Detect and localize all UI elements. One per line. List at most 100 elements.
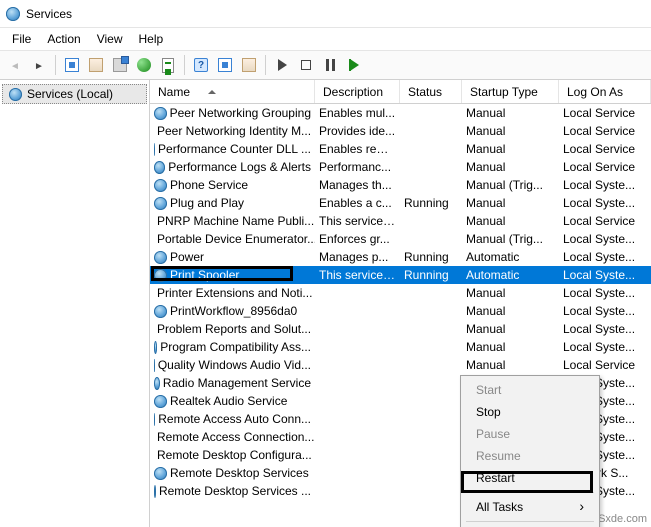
column-description[interactable]: Description bbox=[315, 80, 400, 103]
service-logon: Local Syste... bbox=[559, 250, 651, 264]
service-name: Peer Networking Identity M... bbox=[157, 124, 311, 138]
stop-service-button[interactable] bbox=[295, 54, 317, 76]
arrow-left-icon bbox=[10, 58, 20, 72]
column-logon-as[interactable]: Log On As bbox=[559, 80, 651, 103]
service-startup: Manual bbox=[462, 358, 559, 372]
table-row[interactable]: Program Compatibility Ass...ManualLocal … bbox=[150, 338, 651, 356]
table-row[interactable]: PowerManages p...RunningAutomaticLocal S… bbox=[150, 248, 651, 266]
context-pause[interactable]: Pause bbox=[464, 423, 596, 445]
service-name: Performance Logs & Alerts bbox=[168, 160, 311, 174]
context-stop[interactable]: Stop bbox=[464, 401, 596, 423]
service-startup: Manual bbox=[462, 304, 559, 318]
service-logon: Local Service bbox=[559, 106, 651, 120]
tree-pane: Services (Local) bbox=[0, 80, 150, 527]
table-row[interactable]: Plug and PlayEnables a c...RunningManual… bbox=[150, 194, 651, 212]
context-start[interactable]: Start bbox=[464, 379, 596, 401]
context-all-tasks[interactable]: All Tasks bbox=[464, 496, 596, 518]
show-hide-tree-button[interactable] bbox=[85, 54, 107, 76]
service-description: Enables a c... bbox=[315, 196, 400, 210]
service-name: Print Spooler bbox=[170, 268, 239, 282]
context-menu: Start Stop Pause Resume Restart All Task… bbox=[460, 375, 600, 527]
column-headers: Name Description Status Startup Type Log… bbox=[150, 80, 651, 104]
service-status: Running bbox=[400, 196, 462, 210]
table-row[interactable]: Print SpoolerThis service ...RunningAuto… bbox=[150, 266, 651, 284]
menu-help[interactable]: Help bbox=[131, 30, 172, 48]
service-name: Radio Management Service bbox=[163, 376, 311, 390]
service-startup: Manual (Trig... bbox=[462, 232, 559, 246]
service-icon bbox=[154, 395, 167, 408]
show-hide-console-button[interactable] bbox=[61, 54, 83, 76]
panel-icon bbox=[242, 58, 256, 72]
service-name: Power bbox=[170, 250, 204, 264]
service-logon: Local Syste... bbox=[559, 286, 651, 300]
table-row[interactable]: Portable Device Enumerator...Enforces gr… bbox=[150, 230, 651, 248]
service-icon bbox=[154, 251, 167, 264]
pause-icon bbox=[326, 59, 335, 71]
table-row[interactable]: Performance Logs & AlertsPerformanc...Ma… bbox=[150, 158, 651, 176]
restart-icon bbox=[350, 59, 359, 71]
service-icon bbox=[154, 413, 155, 426]
service-startup: Manual bbox=[462, 196, 559, 210]
table-row[interactable]: Printer Extensions and Noti...ManualLoca… bbox=[150, 284, 651, 302]
export-icon bbox=[162, 58, 174, 73]
service-logon: Local Syste... bbox=[559, 232, 651, 246]
start-service-button[interactable] bbox=[271, 54, 293, 76]
service-logon: Local Service bbox=[559, 142, 651, 156]
toolbar-separator bbox=[55, 55, 56, 75]
table-row[interactable]: Quality Windows Audio Vid...ManualLocal … bbox=[150, 356, 651, 374]
refresh-toolbar-button[interactable] bbox=[133, 54, 155, 76]
action-panel2-button[interactable] bbox=[238, 54, 260, 76]
context-resume[interactable]: Resume bbox=[464, 445, 596, 467]
help-toolbar-button[interactable]: ? bbox=[190, 54, 212, 76]
column-name[interactable]: Name bbox=[150, 80, 315, 103]
table-row[interactable]: PNRP Machine Name Publi...This service .… bbox=[150, 212, 651, 230]
menu-view[interactable]: View bbox=[89, 30, 131, 48]
back-button[interactable] bbox=[4, 54, 26, 76]
service-logon: Local Service bbox=[559, 124, 651, 138]
sort-asc-icon bbox=[208, 90, 216, 94]
service-icon bbox=[154, 197, 167, 210]
context-separator bbox=[466, 521, 594, 522]
toolbar-separator bbox=[265, 55, 266, 75]
service-startup: Automatic bbox=[462, 250, 559, 264]
service-name: Remote Desktop Services bbox=[170, 466, 309, 480]
column-startup-type[interactable]: Startup Type bbox=[462, 80, 559, 103]
service-description: Enables rem... bbox=[315, 142, 400, 156]
restart-service-button[interactable] bbox=[343, 54, 365, 76]
service-name: Program Compatibility Ass... bbox=[160, 340, 311, 354]
pause-service-button[interactable] bbox=[319, 54, 341, 76]
table-row[interactable]: PrintWorkflow_8956da0ManualLocal Syste..… bbox=[150, 302, 651, 320]
service-name: Phone Service bbox=[170, 178, 248, 192]
service-logon: Local Syste... bbox=[559, 268, 651, 282]
table-row[interactable]: Peer Networking GroupingEnables mul...Ma… bbox=[150, 104, 651, 122]
service-name: Portable Device Enumerator... bbox=[157, 232, 315, 246]
service-logon: Local Service bbox=[559, 358, 651, 372]
service-description: Enforces gr... bbox=[315, 232, 400, 246]
table-row[interactable]: Phone ServiceManages th...Manual (Trig..… bbox=[150, 176, 651, 194]
service-description: Performanc... bbox=[315, 160, 400, 174]
menu-action[interactable]: Action bbox=[39, 30, 88, 48]
service-logon: Local Service bbox=[559, 160, 651, 174]
service-name: Remote Access Connection... bbox=[157, 430, 314, 444]
service-startup: Manual (Trig... bbox=[462, 178, 559, 192]
menu-file[interactable]: File bbox=[4, 30, 39, 48]
service-status: Running bbox=[400, 250, 462, 264]
tree-root-services-local[interactable]: Services (Local) bbox=[2, 84, 147, 104]
column-status[interactable]: Status bbox=[400, 80, 462, 103]
services-icon bbox=[9, 88, 22, 101]
window-title: Services bbox=[26, 7, 72, 21]
service-icon bbox=[154, 467, 167, 480]
service-status: Running bbox=[400, 268, 462, 282]
table-row[interactable]: Peer Networking Identity M...Provides id… bbox=[150, 122, 651, 140]
service-startup: Manual bbox=[462, 106, 559, 120]
action-panel-button[interactable] bbox=[214, 54, 236, 76]
forward-button[interactable] bbox=[28, 54, 50, 76]
toolbar-separator bbox=[184, 55, 185, 75]
properties-icon bbox=[113, 58, 127, 72]
table-row[interactable]: Problem Reports and Solut...ManualLocal … bbox=[150, 320, 651, 338]
table-row[interactable]: Performance Counter DLL ...Enables rem..… bbox=[150, 140, 651, 158]
export-button[interactable] bbox=[157, 54, 179, 76]
service-name: Remote Access Auto Conn... bbox=[158, 412, 311, 426]
context-restart[interactable]: Restart bbox=[464, 467, 596, 489]
properties-toolbar-button[interactable] bbox=[109, 54, 131, 76]
